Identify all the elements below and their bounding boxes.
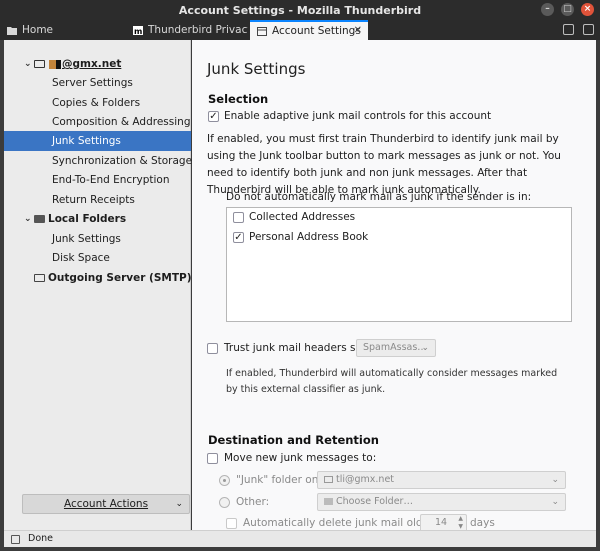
tab-label: Account Settings: [272, 25, 361, 37]
tree-account[interactable]: ⌄ @gmx.net: [4, 54, 191, 74]
chevron-down-icon: ⌄: [175, 499, 183, 509]
junk-folder-radio[interactable]: [219, 475, 230, 486]
account-actions-button[interactable]: Account Actions ⌄: [22, 494, 190, 514]
trust-note: If enabled, Thunderbird will automatical…: [226, 368, 558, 395]
spam-filter-dropdown[interactable]: SpamAssas… ⌄: [356, 339, 436, 357]
enable-adaptive-checkbox[interactable]: ✓: [208, 111, 219, 122]
tab-label: Home: [22, 24, 54, 36]
days-unit: days: [470, 517, 495, 529]
address-book-name: Personal Address Book: [249, 231, 369, 243]
sidebar-item-label: Synchronization & Storage: [52, 155, 193, 167]
junk-account-dropdown[interactable]: tli@gmx.net ⌄: [317, 471, 566, 489]
junk-description: If enabled, you must first train Thunder…: [207, 133, 561, 196]
sidebar-item-label: Composition & Addressing: [52, 116, 191, 128]
folder-icon: [34, 215, 45, 223]
tab-label: Thunderbird Privacy N: [148, 24, 248, 36]
enable-adaptive-label: Enable adaptive junk mail controls for t…: [224, 110, 492, 122]
maximize-button[interactable]: □: [561, 3, 574, 16]
list-item[interactable]: Collected Addresses: [227, 208, 571, 228]
days-stepper[interactable]: 14 ▲ ▼: [420, 514, 467, 530]
window-title: Account Settings - Mozilla Thunderbird: [178, 4, 422, 17]
other-folder-radio[interactable]: [219, 497, 230, 508]
outgoing-server-icon: [34, 274, 45, 282]
minimize-button[interactable]: –: [541, 3, 554, 16]
window-titlebar: Account Settings - Mozilla Thunderbird –…: [0, 0, 600, 20]
move-junk-label: Move new junk messages to:: [224, 452, 377, 464]
account-actions-label: Account Actions: [63, 498, 149, 510]
tab-home[interactable]: Home: [0, 20, 125, 40]
account-color-icon: [56, 60, 61, 69]
tab-account-settings[interactable]: Account Settings ✕: [250, 20, 368, 40]
status-text: Done: [28, 533, 53, 544]
whitelist-label: Do not automatically mark mail as junk i…: [226, 191, 532, 203]
settings-tab-icon: [257, 26, 267, 36]
svg-text:m: m: [134, 27, 142, 35]
trust-headers-checkbox[interactable]: [207, 343, 218, 354]
selection-heading: Selection: [208, 92, 269, 106]
status-icon: [11, 535, 20, 544]
days-value: 14: [435, 517, 448, 528]
calendar-icon[interactable]: [563, 24, 574, 35]
stepper-arrows-icon[interactable]: ▲ ▼: [458, 515, 463, 530]
sidebar-item-return-receipts[interactable]: Return Receipts: [4, 190, 191, 210]
chevron-down-icon: ⌄: [551, 497, 559, 507]
sidebar-item-label: Disk Space: [52, 252, 110, 264]
folder-icon: [324, 498, 333, 505]
sidebar-item-encryption[interactable]: End-To-End Encryption: [4, 170, 191, 190]
address-book-checkbox[interactable]: [233, 212, 244, 223]
sidebar-item-label: Return Receipts: [52, 194, 135, 206]
chevron-down-icon: ⌄: [551, 475, 559, 485]
outgoing-label: Outgoing Server (SMTP): [48, 272, 192, 284]
m-logo-icon: m: [133, 25, 143, 35]
folder-icon: [7, 26, 17, 35]
sidebar-item-local-junk[interactable]: Junk Settings: [4, 229, 191, 249]
sidebar-item-label: Junk Settings: [52, 233, 121, 245]
address-book-checkbox[interactable]: ✓: [233, 232, 244, 243]
tab-privacy[interactable]: m Thunderbird Privacy N: [126, 20, 248, 40]
list-item[interactable]: ✓ Personal Address Book: [227, 228, 571, 248]
sidebar-item-label: Junk Settings: [52, 135, 121, 147]
dropdown-value: Choose Folder…: [336, 496, 413, 507]
sidebar-item-composition[interactable]: Composition & Addressing: [4, 112, 191, 132]
sidebar-item-label: End-To-End Encryption: [52, 174, 170, 186]
sidebar-item-label: Server Settings: [52, 77, 133, 89]
sidebar-item-copies-folders[interactable]: Copies & Folders: [4, 93, 191, 113]
mail-icon: [34, 60, 45, 68]
page-title: Junk Settings: [207, 60, 306, 78]
chevron-down-icon[interactable]: ⌄: [24, 209, 32, 229]
close-tab-icon[interactable]: ✕: [354, 25, 362, 36]
dropdown-value: tli@gmx.net: [336, 474, 395, 485]
address-book-list[interactable]: Collected Addresses ✓ Personal Address B…: [226, 207, 572, 322]
chevron-down-icon[interactable]: ⌄: [24, 54, 32, 74]
junk-folder-label: "Junk" folder on:: [236, 474, 322, 486]
sidebar-item-server-settings[interactable]: Server Settings: [4, 73, 191, 93]
window-controls: – □ ×: [541, 3, 594, 16]
address-book-name: Collected Addresses: [249, 211, 356, 223]
chevron-down-icon: ⌄: [421, 343, 429, 353]
close-button[interactable]: ×: [581, 3, 594, 16]
sidebar-item-junk-settings[interactable]: Junk Settings: [4, 131, 191, 151]
mail-icon: [324, 476, 333, 483]
other-folder-label: Other:: [236, 496, 270, 508]
other-folder-picker[interactable]: Choose Folder… ⌄: [317, 493, 566, 511]
tabbar-icons: [563, 24, 594, 35]
sidebar-item-label: Copies & Folders: [52, 97, 141, 109]
status-bar: Done: [4, 530, 596, 547]
destination-heading: Destination and Retention: [208, 433, 379, 447]
tab-bar: Home m Thunderbird Privacy N Account Set…: [0, 20, 600, 40]
junk-settings-pane: Junk Settings Selection ✓ Enable adaptiv…: [192, 40, 596, 530]
tree-local-folders[interactable]: ⌄ Local Folders: [4, 209, 191, 229]
account-color-icon: [49, 60, 56, 69]
account-label: @gmx.net: [62, 58, 122, 70]
sidebar-item-disk-space[interactable]: Disk Space: [4, 248, 191, 268]
tree-outgoing-server[interactable]: Outgoing Server (SMTP): [4, 268, 192, 288]
auto-delete-checkbox[interactable]: [226, 518, 237, 529]
local-folders-label: Local Folders: [48, 213, 127, 225]
account-tree: ⌄ @gmx.net Server Settings Copies & Fold…: [4, 40, 193, 530]
dropdown-value: SpamAssas…: [363, 342, 427, 353]
sidebar-item-synchronization[interactable]: Synchronization & Storage: [4, 151, 193, 171]
move-junk-checkbox[interactable]: [207, 453, 218, 464]
tasks-icon[interactable]: [583, 24, 594, 35]
